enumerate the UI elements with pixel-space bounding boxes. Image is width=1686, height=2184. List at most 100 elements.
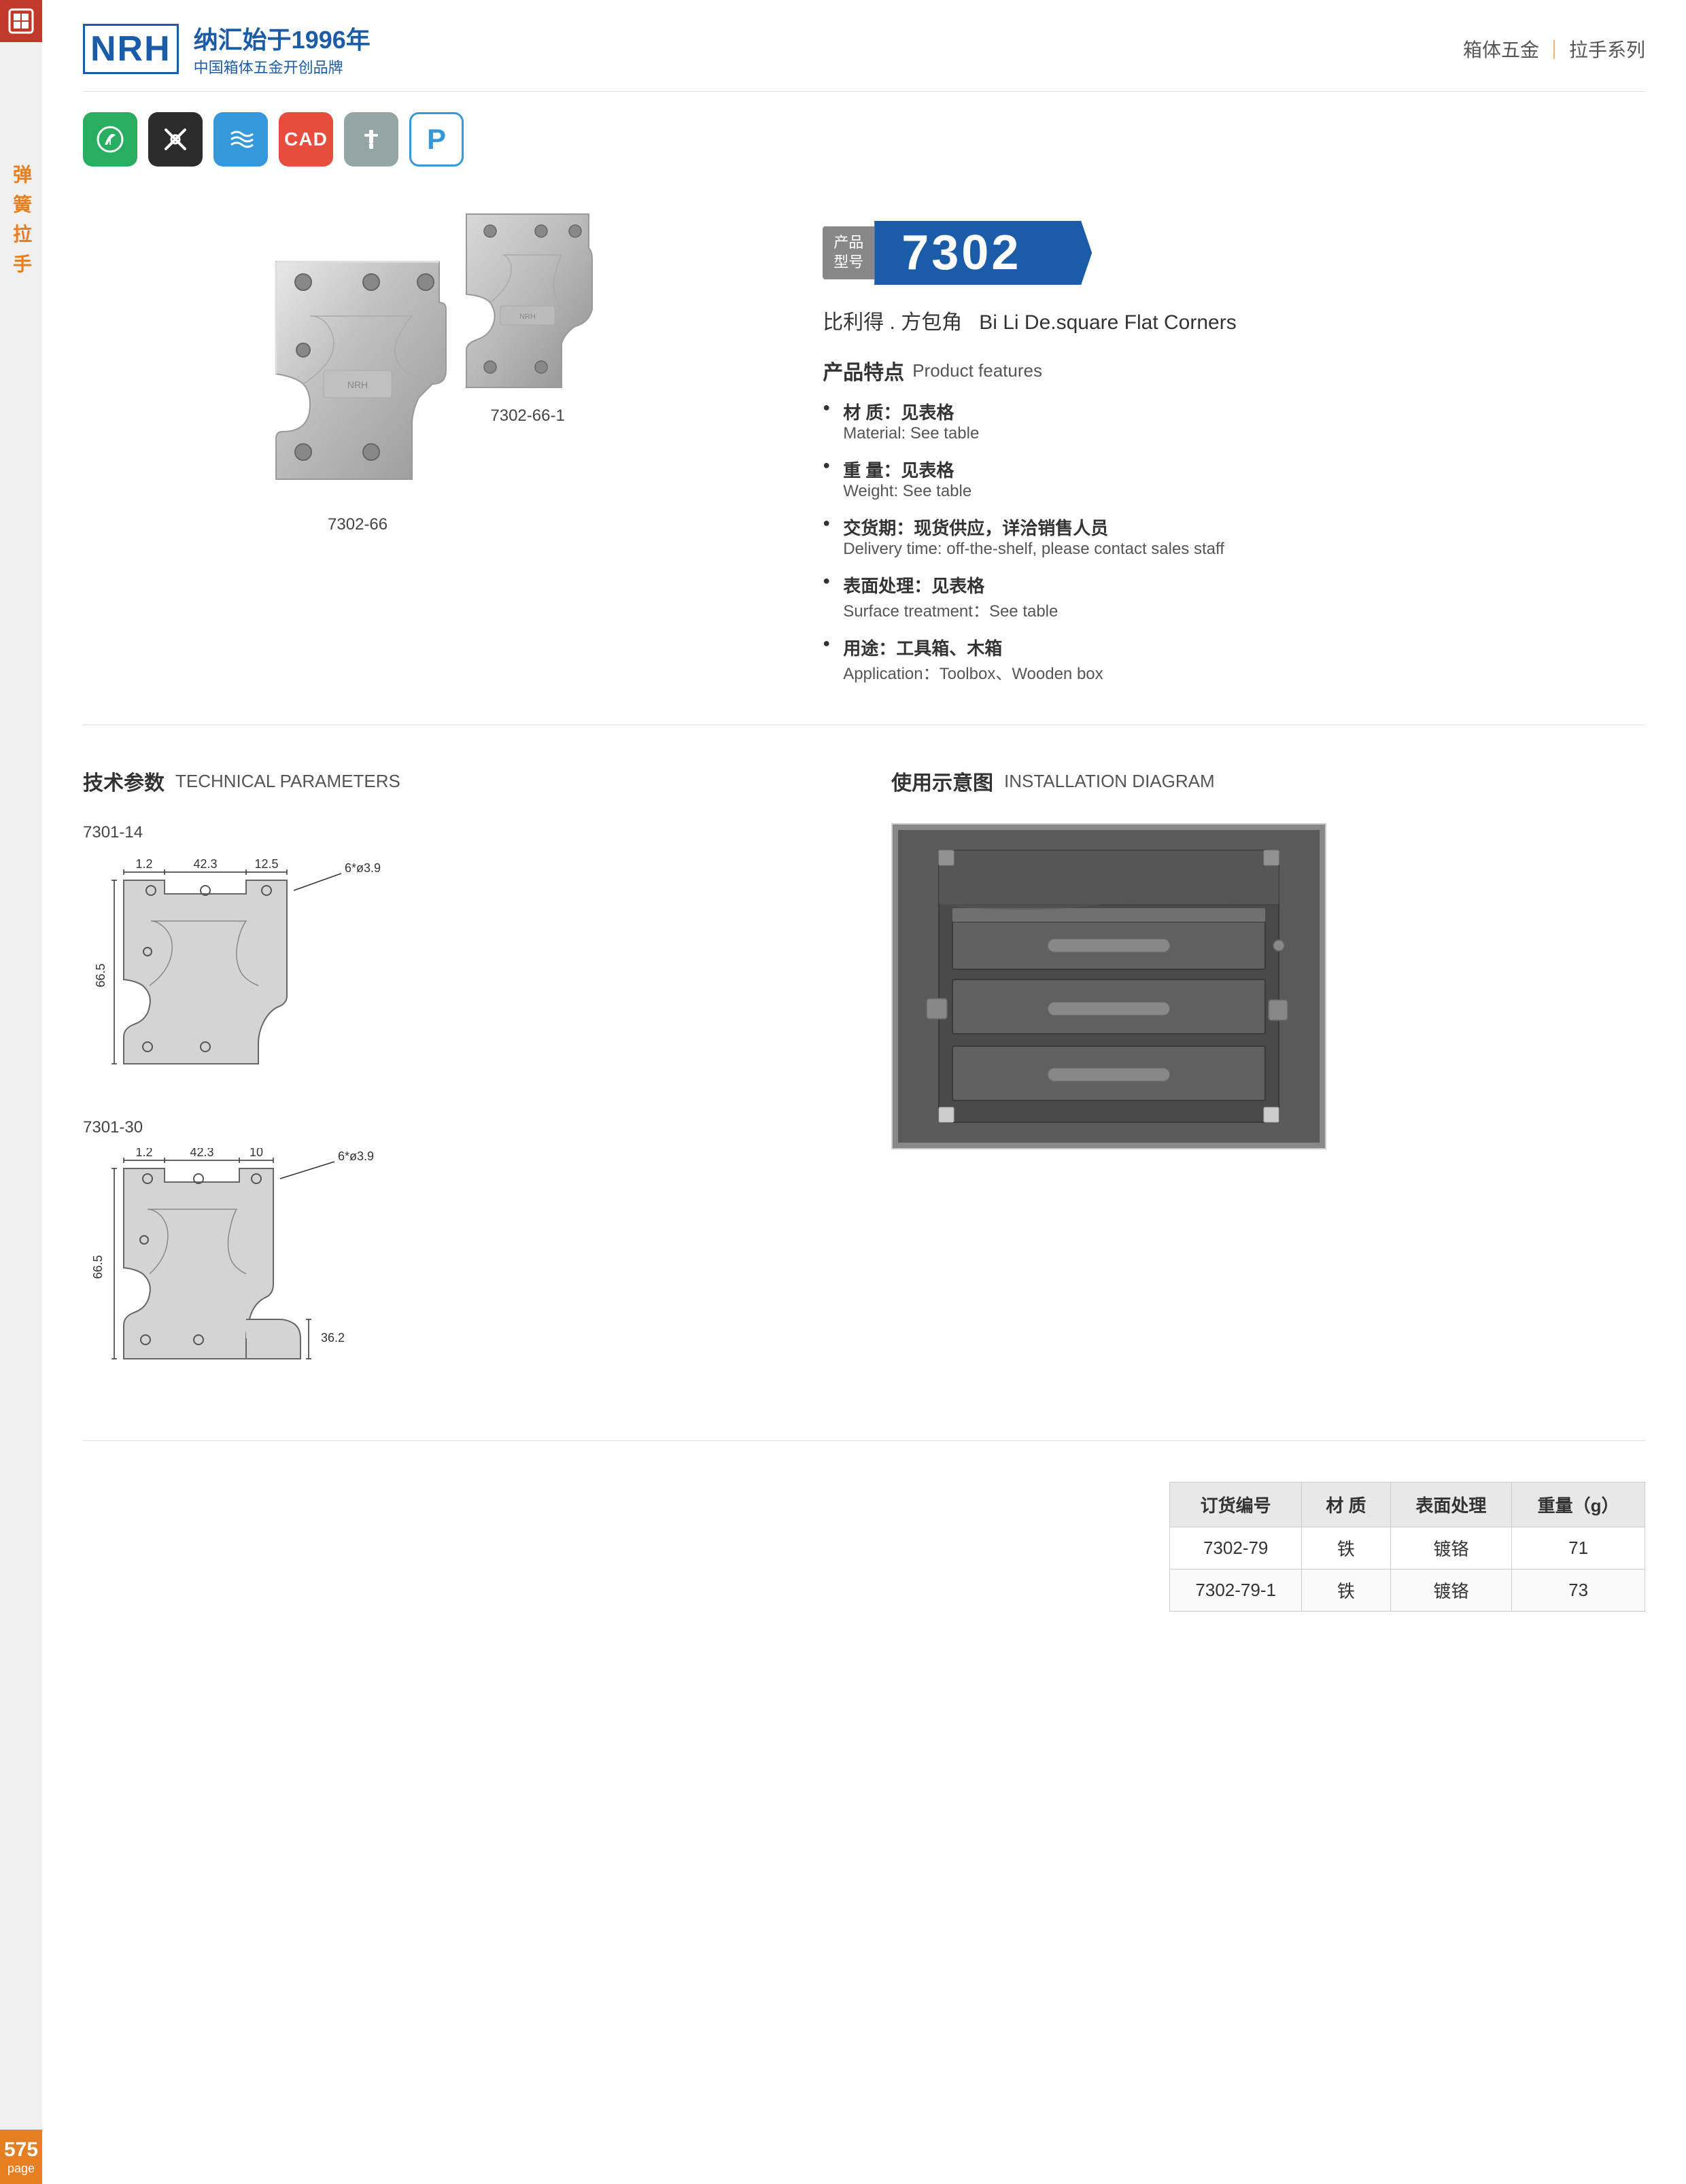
install-title-cn: 使用示意图 bbox=[891, 766, 993, 796]
feature-en-3: Surface treatment：See table bbox=[843, 597, 1645, 621]
icon-spring[interactable] bbox=[213, 112, 268, 167]
nrh-tagline-cn: 纳汇始于1996年 bbox=[194, 20, 371, 56]
table-cell-1-1: 铁 bbox=[1302, 1570, 1390, 1612]
icon-p[interactable]: P bbox=[409, 112, 464, 167]
product-image-small: NRH 7302-66-1 bbox=[439, 207, 616, 426]
tech-title-en: TECHNICAL PARAMETERS bbox=[175, 771, 400, 792]
tech-right: 使用示意图 INSTALLATION DIAGRAM bbox=[891, 766, 1645, 1413]
product-name-cn: 比利得 . 方包角 bbox=[823, 311, 962, 334]
diagram2-svg: 1.2 42.3 10 66.5 36.2 6*ø3.9 bbox=[83, 1148, 423, 1379]
data-table: 订货编号材 质表面处理重量（g） 7302-79铁镀铬717302-79-1铁镀… bbox=[1169, 1482, 1645, 1612]
feature-cn-4: 用途：工具箱、木箱 bbox=[843, 635, 1645, 660]
product-name-en: Bi Li De.square Flat Corners bbox=[979, 311, 1237, 334]
product-label-line2: 型号 bbox=[833, 253, 863, 273]
product-number-badge: 产品 型号 7302 bbox=[823, 221, 1645, 285]
sidebar-logo bbox=[0, 0, 42, 42]
install-diagram-svg bbox=[898, 830, 1320, 1143]
svg-text:42.3: 42.3 bbox=[190, 1148, 213, 1159]
table-cell-0-1: 铁 bbox=[1302, 1527, 1390, 1570]
table-cell-1-0: 7302-79-1 bbox=[1170, 1570, 1302, 1612]
sidebar: 弹 簧 拉 手 bbox=[0, 0, 42, 2184]
table-section: 订货编号材 质表面处理重量（g） 7302-79铁镀铬717302-79-1铁镀… bbox=[83, 1440, 1645, 1639]
logo-icon bbox=[8, 8, 34, 34]
table-cell-1-3: 73 bbox=[1512, 1570, 1645, 1612]
feature-en-4: Application：Toolbox、Wooden box bbox=[843, 660, 1645, 684]
image-small-caption: 7302-66-1 bbox=[439, 406, 616, 426]
svg-text:12.5: 12.5 bbox=[254, 857, 278, 871]
table-row-1: 7302-79-1铁镀铬73 bbox=[1170, 1570, 1645, 1612]
feature-item-0: 材 质：见表格Material: See table bbox=[823, 399, 1645, 443]
eco-icon bbox=[95, 124, 125, 154]
svg-text:66.5: 66.5 bbox=[94, 963, 107, 987]
table-cell-1-2: 镀铬 bbox=[1390, 1570, 1512, 1612]
diagram1-label: 7301-14 bbox=[83, 823, 837, 842]
technical-section: 技术参数 TECHNICAL PARAMETERS 7301-14 bbox=[83, 725, 1645, 1440]
product-section: NRH 7302-66 bbox=[83, 180, 1645, 725]
svg-text:66.5: 66.5 bbox=[91, 1255, 105, 1279]
feature-cn-0: 材 质：见表格 bbox=[843, 399, 1645, 424]
header-category-info: 箱体五金 ｜ 拉手系列 bbox=[1463, 35, 1645, 63]
product-number: 7302 bbox=[874, 221, 1092, 285]
feature-en-0: Material: See table bbox=[843, 424, 1645, 443]
svg-text:NRH: NRH bbox=[347, 379, 368, 390]
table-cell-0-0: 7302-79 bbox=[1170, 1527, 1302, 1570]
header: NRH 纳汇始于1996年 中国箱体五金开创品牌 箱体五金 ｜ 拉手系列 bbox=[83, 0, 1645, 92]
svg-text:6*ø3.9: 6*ø3.9 bbox=[345, 861, 381, 875]
table-header-1: 材 质 bbox=[1302, 1483, 1390, 1527]
table-header-2: 表面处理 bbox=[1390, 1483, 1512, 1527]
feature-en-1: Weight: See table bbox=[843, 482, 1645, 501]
tool-icon bbox=[160, 124, 190, 154]
features-title-cn: 产品特点 bbox=[823, 356, 904, 385]
nrh-logo-box: NRH bbox=[83, 24, 179, 74]
image-large-caption: 7302-66 bbox=[235, 515, 480, 534]
header-logo: NRH 纳汇始于1996年 中国箱体五金开创品牌 bbox=[83, 20, 371, 77]
svg-text:36.2: 36.2 bbox=[321, 1331, 345, 1345]
header-series: 拉手系列 bbox=[1569, 35, 1645, 63]
diagram2-label: 7301-30 bbox=[83, 1118, 837, 1137]
sidebar-category-text: 弹 簧 拉 手 bbox=[7, 164, 35, 275]
diagram1-svg: 1.2 42.3 12.5 66.5 6*ø3.9 bbox=[83, 853, 423, 1084]
feature-cn-3: 表面处理：见表格 bbox=[843, 572, 1645, 597]
feature-item-3: 表面处理：见表格Surface treatment：See table bbox=[823, 572, 1645, 621]
features-title-en: Product features bbox=[912, 360, 1042, 381]
header-divider: ｜ bbox=[1545, 35, 1564, 63]
page-label: page bbox=[4, 2162, 38, 2176]
nrh-logo: NRH 纳汇始于1996年 中国箱体五金开创品牌 bbox=[83, 20, 371, 77]
svg-text:1.2: 1.2 bbox=[135, 1148, 152, 1159]
icon-eco[interactable] bbox=[83, 112, 137, 167]
nrh-subtitle: 纳汇始于1996年 中国箱体五金开创品牌 bbox=[194, 20, 371, 77]
tech-title: 技术参数 TECHNICAL PARAMETERS bbox=[83, 766, 837, 796]
table-header-0: 订货编号 bbox=[1170, 1483, 1302, 1527]
product-label-line1: 产品 bbox=[833, 233, 863, 253]
feature-item-4: 用途：工具箱、木箱Application：Toolbox、Wooden box bbox=[823, 635, 1645, 684]
diagram2: 1.2 42.3 10 66.5 36.2 6*ø3.9 bbox=[83, 1148, 423, 1379]
nrh-text: NRH bbox=[90, 29, 171, 69]
svg-text:NRH: NRH bbox=[519, 313, 536, 321]
tech-title-cn: 技术参数 bbox=[83, 766, 165, 796]
table-cell-0-2: 镀铬 bbox=[1390, 1527, 1512, 1570]
icon-tool[interactable] bbox=[148, 112, 203, 167]
table-header-row: 订货编号材 质表面处理重量（g） bbox=[1170, 1483, 1645, 1527]
page-footer: 575 page bbox=[0, 2130, 42, 2184]
icon-toolbar: CAD P bbox=[83, 92, 1645, 180]
icon-pin[interactable] bbox=[344, 112, 398, 167]
feature-item-1: 重 量：见表格Weight: See table bbox=[823, 457, 1645, 501]
feature-en-2: Delivery time: off-the-shelf, please con… bbox=[843, 540, 1645, 559]
bracket-small-svg: NRH bbox=[439, 207, 616, 398]
product-label-box: 产品 型号 bbox=[823, 226, 874, 279]
features-list: 材 质：见表格Material: See table 重 量：见表格Weight:… bbox=[823, 399, 1645, 684]
table-body: 7302-79铁镀铬717302-79-1铁镀铬73 bbox=[1170, 1527, 1645, 1612]
product-images: NRH 7302-66 bbox=[83, 207, 768, 697]
table-row-0: 7302-79铁镀铬71 bbox=[1170, 1527, 1645, 1570]
spring-icon bbox=[226, 124, 256, 154]
features-title: 产品特点 Product features bbox=[823, 356, 1645, 385]
pin-icon bbox=[356, 124, 386, 154]
feature-cn-2: 交货期：现货供应，详洽销售人员 bbox=[843, 515, 1645, 540]
tech-left: 技术参数 TECHNICAL PARAMETERS 7301-14 bbox=[83, 766, 837, 1413]
install-title-en: INSTALLATION DIAGRAM bbox=[1004, 771, 1215, 792]
page-number: 575 bbox=[4, 2138, 38, 2162]
svg-text:1.2: 1.2 bbox=[135, 857, 152, 871]
icon-cad[interactable]: CAD bbox=[279, 112, 333, 167]
feature-cn-1: 重 量：见表格 bbox=[843, 457, 1645, 482]
svg-text:42.3: 42.3 bbox=[193, 857, 217, 871]
